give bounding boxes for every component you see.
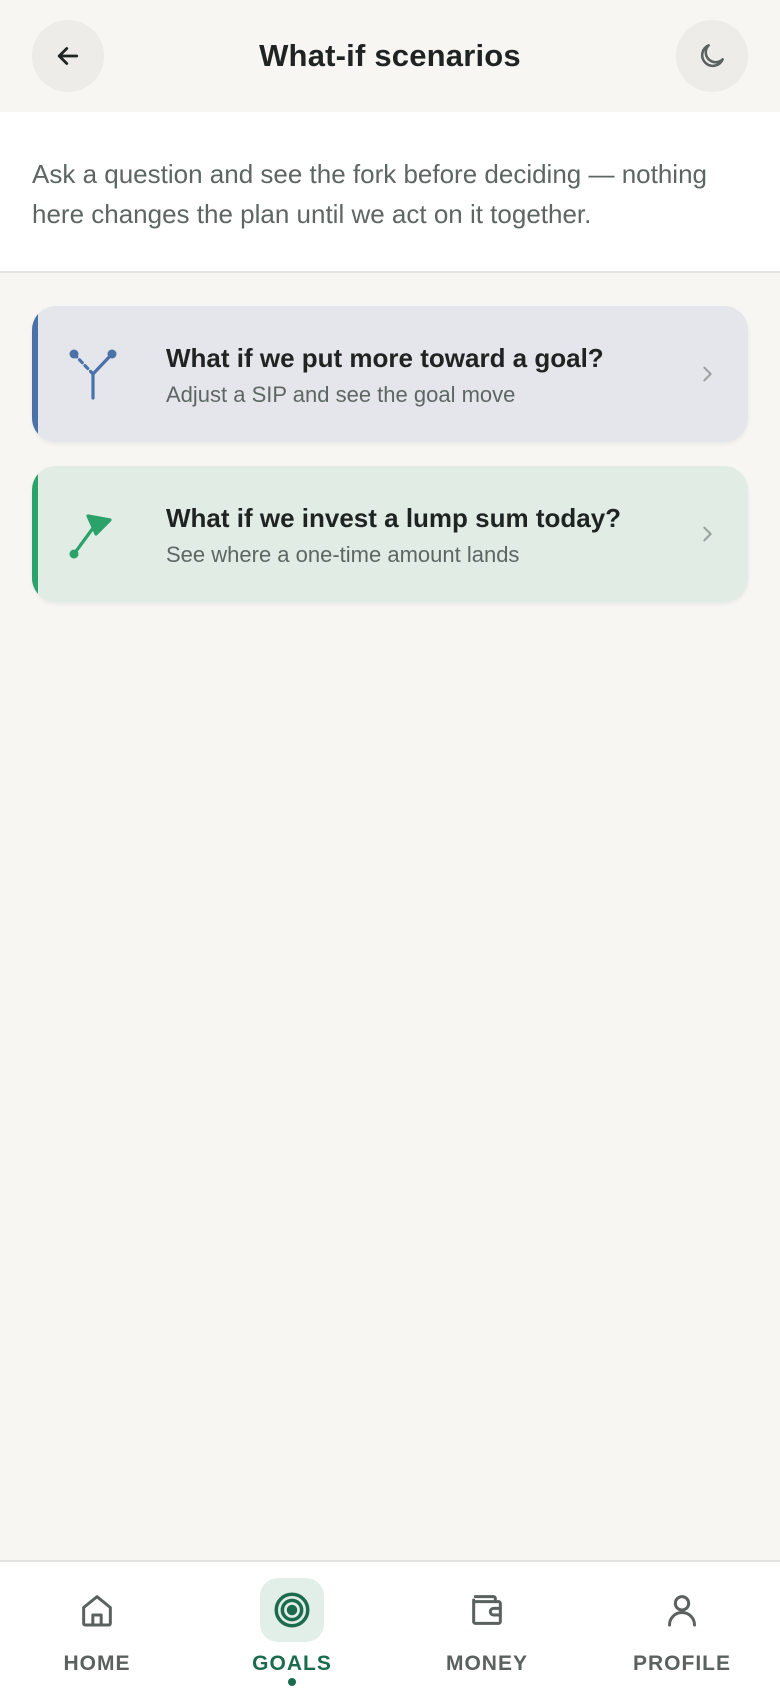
active-indicator-dot: [288, 1678, 296, 1686]
theme-toggle-button[interactable]: [676, 20, 748, 92]
page-title: What-if scenarios: [259, 38, 521, 73]
nav-label: PROFILE: [632, 1652, 731, 1675]
nav-label: HOME: [63, 1652, 131, 1675]
intro-section: Ask a question and see the fork before d…: [0, 112, 780, 273]
card-subtitle: See where a one-time amount lands: [166, 542, 520, 567]
target-icon: [274, 1592, 310, 1628]
nav-item-money[interactable]: MONEY: [422, 1578, 552, 1688]
card-subtitle: Adjust a SIP and see the goal move: [166, 382, 516, 407]
nav-item-home[interactable]: HOME: [32, 1578, 162, 1688]
trend-arrow-icon: [69, 514, 112, 559]
nav-label: MONEY: [445, 1652, 528, 1675]
nav-icon-wrap: [650, 1578, 714, 1642]
chevron-right-icon: [703, 366, 712, 382]
card-text: What if we invest a lump sum today? See …: [166, 502, 678, 570]
scenario-card-goal[interactable]: What if we put more toward a goal? Adjus…: [32, 306, 748, 442]
card-title: What if we put more toward a goal?: [166, 343, 604, 373]
nav-icon-wrap: [260, 1578, 324, 1642]
card-title: What if we invest a lump sum today?: [166, 503, 622, 533]
wallet-icon: [472, 1595, 502, 1625]
card-accent: [32, 466, 38, 602]
nav-item-profile[interactable]: PROFILE: [617, 1578, 747, 1688]
card-accent: [32, 306, 38, 442]
chevron-right-icon: [703, 526, 712, 542]
intro-text: Ask a question and see the fork before d…: [32, 159, 707, 229]
user-icon: [668, 1595, 696, 1627]
bottom-nav: HOME GOALS MONEY PROFILE: [0, 1560, 780, 1688]
nav-icon-wrap: [65, 1578, 129, 1642]
card-text: What if we put more toward a goal? Adjus…: [166, 342, 678, 410]
scenario-card-lump-sum[interactable]: What if we invest a lump sum today? See …: [32, 466, 748, 602]
nav-label: GOALS: [252, 1652, 332, 1675]
fork-branch-icon: [69, 349, 117, 400]
nav-item-goals[interactable]: GOALS: [227, 1578, 357, 1688]
moon-icon: [700, 44, 724, 68]
nav-icon-wrap: [455, 1578, 519, 1642]
home-icon: [82, 1595, 112, 1627]
top-bar: What-if scenarios: [0, 0, 780, 112]
